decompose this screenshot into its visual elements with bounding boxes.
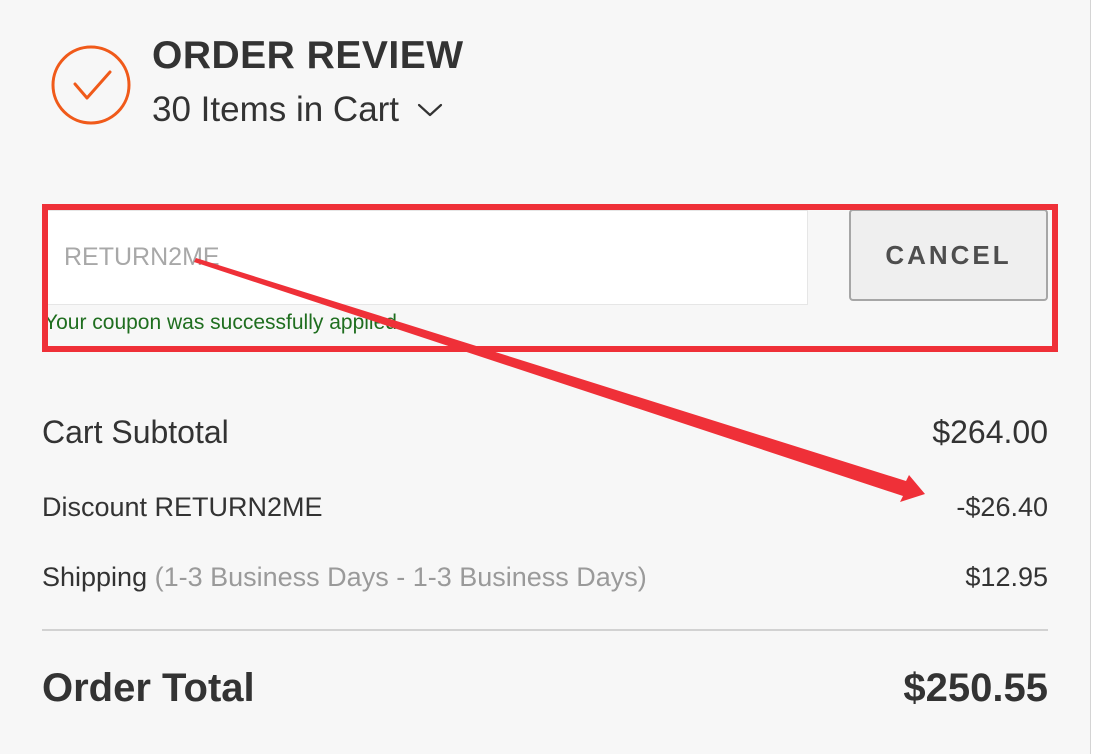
cancel-coupon-button[interactable]: CANCEL <box>849 209 1048 301</box>
coupon-success-message: Your coupon was successfully applied. <box>44 311 403 334</box>
order-total-value: $250.55 <box>903 666 1048 710</box>
cart-items-toggle[interactable]: 30 Items in Cart <box>152 90 443 130</box>
shipping-row: Shipping (1-3 Business Days - 1-3 Busine… <box>42 562 1048 593</box>
shipping-value: $12.95 <box>965 562 1048 592</box>
shipping-label: Shipping <box>42 562 148 592</box>
subtotal-label: Cart Subtotal <box>42 414 229 450</box>
shipping-detail: (1-3 Business Days - 1-3 Business Days) <box>154 562 647 592</box>
discount-value: -$26.40 <box>956 492 1048 522</box>
discount-label: Discount RETURN2ME <box>42 492 323 522</box>
order-total-label: Order Total <box>42 666 255 710</box>
cart-items-count: 30 Items in Cart <box>152 90 400 129</box>
coupon-code-input[interactable] <box>44 210 808 305</box>
discount-row: Discount RETURN2ME -$26.40 <box>42 492 1048 523</box>
order-total-row: Order Total $250.55 <box>42 666 1048 711</box>
check-circle-icon <box>51 45 131 125</box>
summary-divider <box>42 629 1048 631</box>
order-review-panel: ORDER REVIEW 30 Items in Cart CANCEL You… <box>0 0 1091 754</box>
subtotal-value: $264.00 <box>932 414 1048 450</box>
chevron-down-icon <box>417 103 443 117</box>
shipping-label-group: Shipping (1-3 Business Days - 1-3 Busine… <box>42 562 647 593</box>
subtotal-row: Cart Subtotal $264.00 <box>42 414 1048 451</box>
page-title: ORDER REVIEW <box>152 34 464 77</box>
